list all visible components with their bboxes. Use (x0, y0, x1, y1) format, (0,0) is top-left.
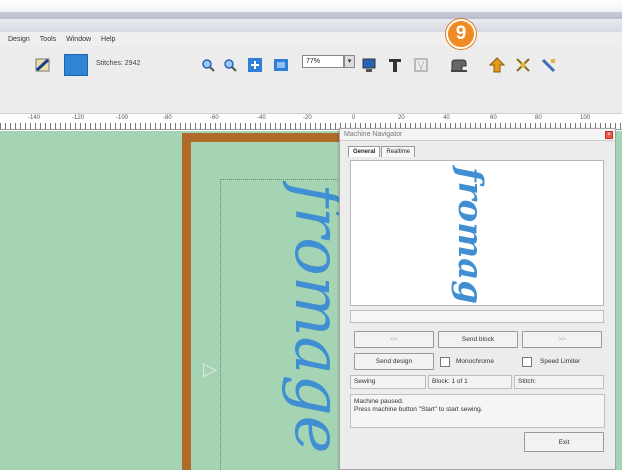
zoom-in-icon[interactable] (200, 54, 216, 76)
ruler-label: -120 (72, 115, 85, 121)
color-swatch-icon[interactable] (64, 54, 88, 76)
navigator-title: Machine Navigator (344, 131, 403, 138)
progress-bar (350, 310, 604, 323)
machine-navigator-window: Machine Navigator × General Realtime fro… (339, 128, 616, 470)
ruler-label: -140 (28, 115, 41, 121)
preview-design: fromage (450, 165, 490, 326)
window-title-strip (0, 0, 622, 32)
hoop-icon[interactable] (32, 54, 54, 76)
menu-window[interactable]: Window (66, 36, 91, 43)
stitch-icon[interactable] (512, 54, 534, 76)
ruler-label: 0 (352, 115, 356, 121)
send-block-button[interactable]: Send block (438, 331, 518, 348)
ruler-label: -60 (210, 115, 219, 121)
ruler-label: 100 (580, 115, 591, 121)
monochrome-label: Monochrome (456, 358, 494, 365)
status-stitch: Stitch: (514, 375, 604, 389)
tab-general[interactable]: General (348, 146, 381, 157)
text-icon[interactable] (386, 54, 404, 76)
monochrome-checkbox[interactable] (440, 357, 450, 367)
menu-design[interactable]: Design (8, 36, 30, 43)
zoom-fit-icon[interactable] (246, 54, 264, 76)
text-outline-icon[interactable] (412, 54, 430, 76)
message-line-1: Machine paused. (354, 398, 404, 405)
send-design-button[interactable]: Send design (354, 353, 434, 370)
ruler-label: 80 (535, 115, 542, 121)
tab-realtime[interactable]: Realtime (381, 146, 416, 157)
status-sewing: Sewing (350, 375, 426, 389)
send-icon[interactable] (486, 54, 508, 76)
menu-help[interactable]: Help (101, 36, 115, 43)
zoom-hoop-icon[interactable] (272, 54, 290, 76)
exit-button[interactable]: Exit (524, 432, 604, 452)
navigator-title-bar[interactable]: Machine Navigator × (340, 129, 615, 141)
sewing-machine-icon[interactable] (448, 54, 470, 76)
zoom-select[interactable]: 77% (302, 55, 344, 68)
status-message: Machine paused. Press machine button "St… (350, 394, 605, 428)
toolbar: Stitches: 2942 77% ▾ (0, 46, 622, 114)
speed-limiter-label: Speed Limiter (540, 358, 581, 365)
ruler-label: -20 (303, 115, 312, 121)
monitor-icon[interactable] (360, 54, 378, 76)
ruler-label: -100 (116, 115, 129, 121)
preview-word: fromage (450, 165, 490, 305)
title-bar-band (0, 12, 622, 19)
close-icon[interactable]: × (605, 131, 613, 139)
speed-limiter-checkbox[interactable] (522, 357, 532, 367)
next-block-button[interactable]: >> (522, 331, 602, 348)
status-block: Block: 1 of 1 (428, 375, 512, 389)
zoom-out-icon[interactable] (222, 54, 238, 76)
ruler-label: -40 (257, 115, 266, 121)
hoop-arrow-icon: ▷ (203, 359, 217, 379)
message-line-2: Press machine button "Start" to start se… (354, 406, 483, 413)
ruler-label: 20 (398, 115, 405, 121)
stitch-count: Stitches: 2942 (96, 60, 141, 67)
ruler-label: 60 (490, 115, 497, 121)
design-preview: fromage (350, 160, 604, 326)
ruler-label: 40 (443, 115, 450, 121)
navigator-tabs: General Realtime (348, 146, 416, 157)
chevron-down-icon[interactable]: ▾ (344, 55, 355, 68)
menu-bar: Design Tools Window Help (0, 32, 622, 46)
menu-tools[interactable]: Tools (40, 36, 56, 43)
ruler-label: -80 (163, 115, 172, 121)
previous-block-button[interactable]: << (354, 331, 434, 348)
tool-icon[interactable] (538, 54, 560, 76)
step-number-badge: 9 (446, 19, 476, 49)
